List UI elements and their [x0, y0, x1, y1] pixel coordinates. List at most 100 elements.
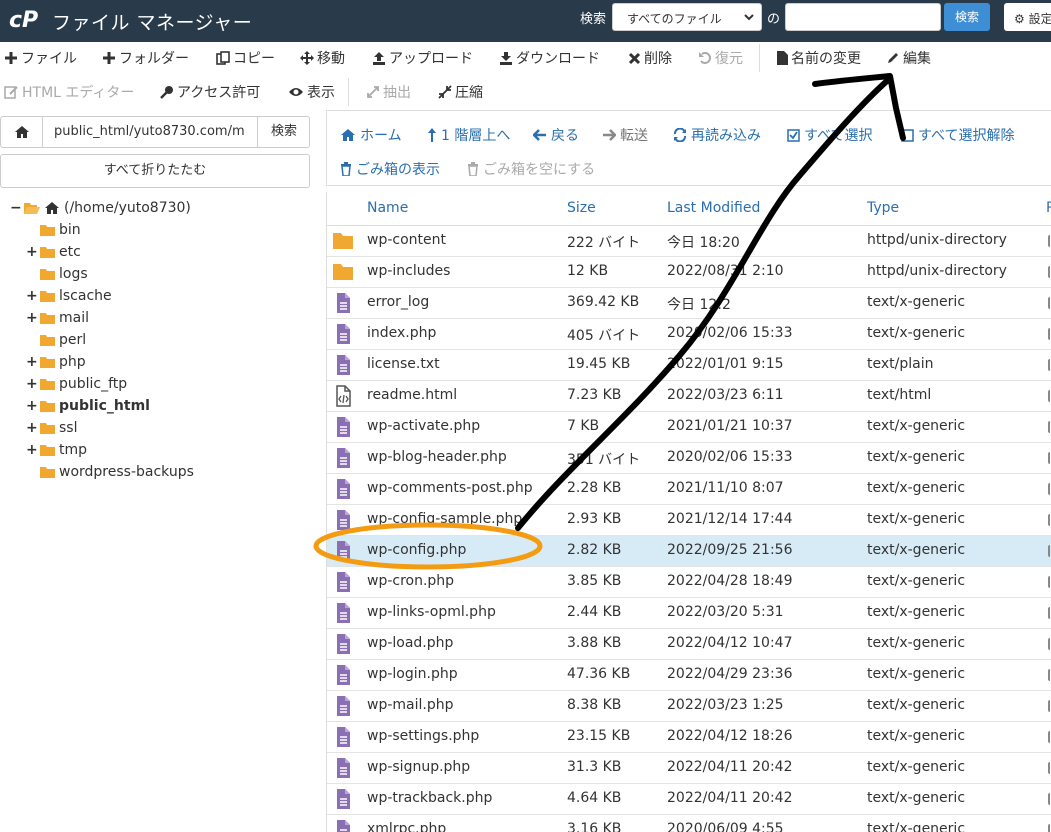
table-row[interactable]: wp-includes 12 KB 2022/08/31 2:10 httpd/uni…: [327, 257, 1051, 288]
tree-item[interactable]: bin: [26, 222, 81, 238]
column-permissions-header[interactable]: P: [1046, 200, 1051, 216]
home-button[interactable]: [1, 117, 43, 147]
nav-empty-trash-button[interactable]: ごみ箱を空にする: [467, 159, 595, 179]
nav-home-button[interactable]: ホーム: [340, 125, 402, 145]
tree-item[interactable]: perl: [26, 332, 86, 348]
tree-item[interactable]: + lscache: [26, 288, 112, 304]
table-row[interactable]: wp-links-opml.php 2.44 KB 2022/03/20 5:31 t…: [327, 598, 1051, 629]
table-row[interactable]: error_log 369.42 KB 今日 12:2 text/x-generic: [327, 288, 1051, 319]
nav-forward-button[interactable]: 転送: [602, 125, 648, 145]
file-text-icon: [337, 665, 350, 685]
copy-button[interactable]: コピー: [216, 48, 275, 68]
expand-toggle[interactable]: +: [26, 310, 38, 326]
folder-icon: [40, 379, 55, 390]
new-folder-button[interactable]: フォルダー: [102, 48, 189, 68]
file-name: wp-mail.php: [367, 697, 454, 713]
path-input[interactable]: public_html/yuto8730.com/m: [54, 124, 249, 139]
expand-toggle[interactable]: +: [26, 398, 38, 414]
table-row[interactable]: wp-trackback.php 4.64 KB 2022/04/11 20:42 t…: [327, 784, 1051, 815]
tree-item[interactable]: + public_html: [26, 398, 150, 414]
expand-toggle[interactable]: +: [26, 354, 38, 370]
table-row[interactable]: wp-load.php 3.88 KB 2022/04/12 10:47 text/x…: [327, 629, 1051, 660]
permissions-button[interactable]: アクセス許可: [160, 82, 260, 102]
table-row[interactable]: wp-config-sample.php 2.93 KB 2021/12/14 17…: [327, 505, 1051, 536]
file-name: wp-content: [367, 232, 446, 248]
table-row[interactable]: wp-content 222 バイト 今日 18:20 httpd/unix-dire…: [327, 226, 1051, 257]
tree-root[interactable]: − (/home/yuto8730): [10, 200, 191, 216]
tree-item[interactable]: + etc: [26, 244, 81, 260]
tree-item-label: public_ftp: [59, 376, 128, 392]
table-row[interactable]: wp-mail.php 8.38 KB 2022/03/23 1:25 text/x-…: [327, 691, 1051, 722]
table-row[interactable]: readme.html 7.23 KB 2022/03/23 6:11 text/ht…: [327, 381, 1051, 412]
home-icon: [14, 126, 29, 138]
expand-toggle[interactable]: +: [26, 244, 38, 260]
tree-item[interactable]: + public_ftp: [26, 376, 127, 392]
html-editor-button[interactable]: HTML エディター: [4, 82, 134, 102]
table-row[interactable]: wp-blog-header.php 351 バイト 2020/02/06 15:3…: [327, 443, 1051, 474]
restore-button[interactable]: 復元: [698, 48, 743, 68]
table-row[interactable]: license.txt 19.45 KB 2022/01/01 9:15 text/p…: [327, 350, 1051, 381]
nav-back-button[interactable]: 戻る: [533, 125, 579, 145]
move-label: 移動: [317, 51, 345, 67]
table-row[interactable]: wp-cron.php 3.85 KB 2022/04/28 18:49 text/x…: [327, 567, 1051, 598]
nav-deselect-all-button[interactable]: すべて選択解除: [901, 125, 1014, 145]
table-row[interactable]: wp-activate.php 7 KB 2021/01/21 10:37 text/…: [327, 412, 1051, 443]
expand-toggle[interactable]: +: [26, 376, 38, 392]
tree-item[interactable]: logs: [26, 266, 88, 282]
search-button[interactable]: 検索: [944, 3, 990, 31]
table-row[interactable]: wp-signup.php 31.3 KB 2022/04/11 20:42 text…: [327, 753, 1051, 784]
column-name-header[interactable]: Name: [367, 200, 408, 216]
collapse-all-button[interactable]: すべて折りたたむ: [0, 154, 310, 188]
table-row[interactable]: xmlrpc.php 3.16 KB 2020/06/09 4:55 text/x-g…: [327, 815, 1051, 832]
arrow-left-icon: [533, 129, 546, 141]
file-modified: 2022/04/11 20:42: [667, 790, 793, 806]
tree-item-label: bin: [59, 222, 81, 238]
key-icon: [160, 86, 173, 99]
search-input[interactable]: [785, 3, 941, 31]
restore-label: 復元: [715, 51, 743, 67]
extract-button[interactable]: 抽出: [366, 82, 411, 102]
column-type-header[interactable]: Type: [867, 200, 899, 216]
collapse-toggle[interactable]: −: [10, 200, 22, 216]
path-go-button[interactable]: 検索: [257, 117, 310, 147]
tree-item[interactable]: + ssl: [26, 420, 77, 436]
close-icon: [628, 52, 641, 64]
table-row[interactable]: index.php 405 バイト 2020/02/06 15:33 text/x-g…: [327, 319, 1051, 350]
expand-toggle[interactable]: +: [26, 420, 38, 436]
new-folder-label: フォルダー: [119, 51, 189, 67]
nav-view-trash-button[interactable]: ごみ箱の表示: [340, 159, 440, 179]
expand-toggle[interactable]: +: [26, 288, 38, 304]
nav-view-trash-label: ごみ箱の表示: [356, 162, 440, 178]
table-row[interactable]: wp-comments-post.php 2.28 KB 2021/11/10 8:…: [327, 474, 1051, 505]
tree-item[interactable]: + tmp: [26, 442, 87, 458]
extract-label: 抽出: [383, 85, 411, 101]
new-file-button[interactable]: ファイル: [4, 48, 77, 68]
upload-button[interactable]: アップロード: [372, 48, 473, 68]
search-scope-select[interactable]: すべてのファイル: [612, 3, 762, 31]
file-modified: 2021/11/10 8:07: [667, 480, 784, 496]
column-modified-header[interactable]: Last Modified: [667, 200, 760, 216]
view-button[interactable]: 表示: [288, 82, 335, 102]
column-size-header[interactable]: Size: [567, 200, 596, 216]
file-text-icon: [337, 510, 350, 530]
table-row-selected[interactable]: wp-config.php 2.82 KB 2022/09/25 21:56 text…: [327, 536, 1051, 567]
edit-button[interactable]: 編集: [886, 48, 931, 68]
table-row[interactable]: wp-login.php 47.36 KB 2022/04/29 23:36 text…: [327, 660, 1051, 691]
tree-item[interactable]: + mail: [26, 310, 89, 326]
rename-button[interactable]: 名前の変更: [777, 48, 861, 68]
file-type: text/x-generic: [867, 418, 966, 434]
move-button[interactable]: 移動: [300, 48, 345, 68]
nav-up-button[interactable]: 1 階層上へ: [427, 125, 510, 145]
nav-select-all-button[interactable]: すべて選択: [787, 125, 872, 145]
tree-item[interactable]: wordpress-backups: [26, 464, 194, 480]
navigation-panel: ホーム 1 階層上へ 戻る 転送 再読み込み すべて選択 すべて選択解除 ごみ箱…: [326, 110, 1051, 186]
nav-reload-button[interactable]: 再読み込み: [673, 125, 761, 145]
tree-item-label: tmp: [59, 442, 88, 458]
download-button[interactable]: ダウンロード: [499, 48, 600, 68]
settings-button[interactable]: ⚙ 設定: [1004, 3, 1051, 31]
compress-button[interactable]: 圧縮: [438, 82, 483, 102]
table-row[interactable]: wp-settings.php 23.15 KB 2022/04/12 18:26 t…: [327, 722, 1051, 753]
expand-toggle[interactable]: +: [26, 442, 38, 458]
delete-button[interactable]: 削除: [628, 48, 672, 68]
tree-item[interactable]: + php: [26, 354, 86, 370]
